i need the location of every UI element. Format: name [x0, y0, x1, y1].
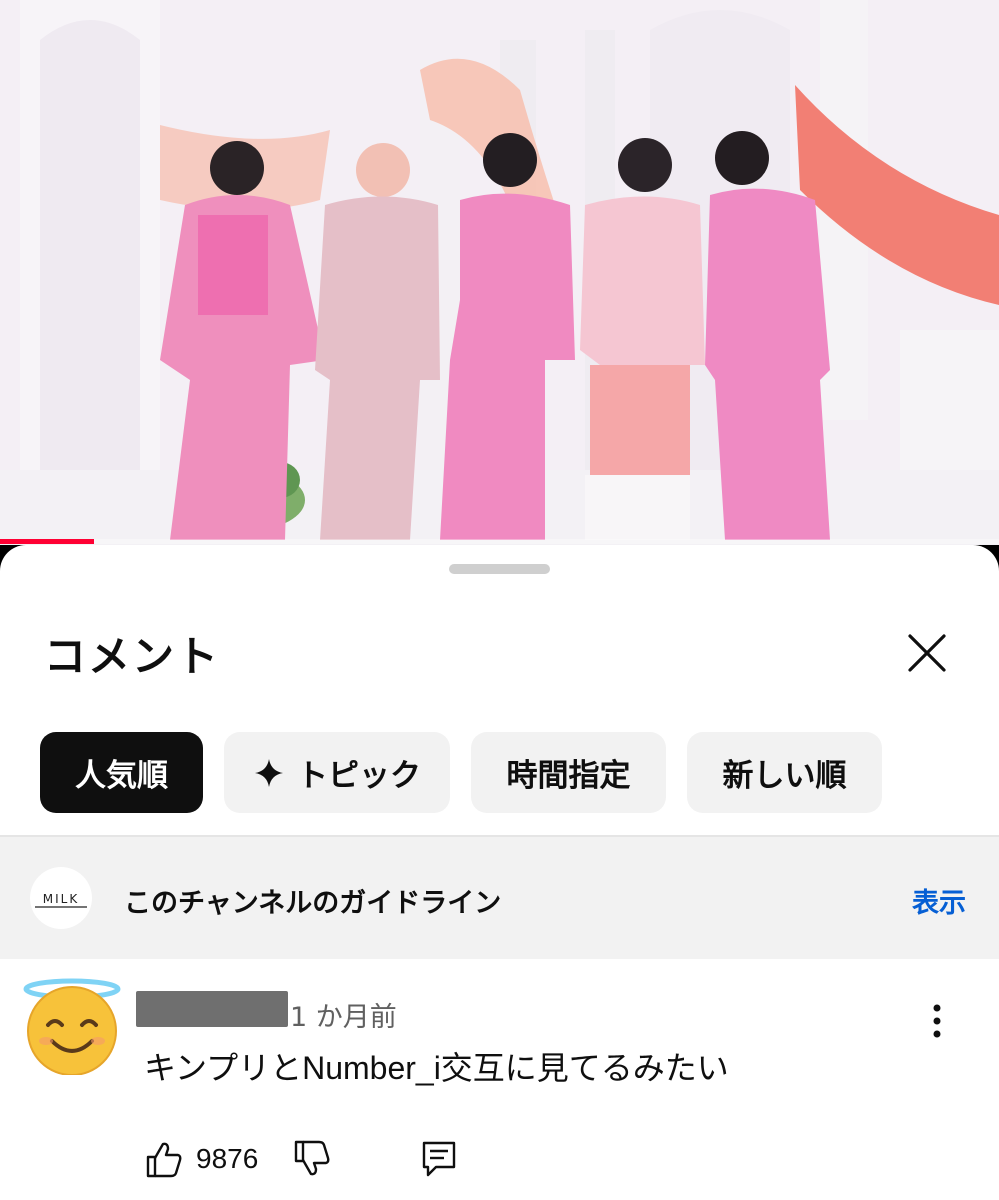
comments-sheet: コメント 人気順 トピック 時間指定 新しい順 MILK このチャンネルのガイド…	[0, 545, 999, 1200]
smiling-face-with-halo-icon[interactable]	[22, 975, 122, 1076]
close-icon[interactable]	[903, 629, 951, 677]
chip-newest[interactable]: 新しい順	[687, 732, 882, 813]
dislike-icon[interactable]	[292, 1139, 332, 1183]
like-count: 9876	[196, 1143, 259, 1174]
show-guideline-button[interactable]: 表示	[912, 881, 966, 920]
chip-timed[interactable]: 時間指定	[471, 732, 666, 813]
redacted-username	[136, 991, 288, 1027]
video-player[interactable]	[0, 0, 999, 545]
video-frame	[0, 0, 999, 545]
chip-popular[interactable]: 人気順	[40, 732, 203, 813]
comment-time: 1 か月前	[290, 1002, 397, 1033]
comment-item: 1 か月前 キンプリとNumber_i交互に見てるみたい 9876	[0, 959, 999, 1200]
reply-icon[interactable]	[420, 1139, 460, 1183]
chip-label: 時間指定	[506, 758, 631, 794]
channel-avatar: MILK	[30, 867, 92, 929]
guideline-text: このチャンネルのガイドライン	[124, 888, 502, 919]
progress-bar[interactable]	[0, 539, 999, 544]
panel-title: コメント	[44, 632, 221, 681]
comment-text: キンプリとNumber_i交互に見てるみたい	[144, 1050, 729, 1086]
sparkle-icon	[253, 757, 285, 789]
chip-label: 人気順	[75, 758, 168, 794]
channel-logo-text: MILK	[43, 892, 79, 906]
channel-guideline-row[interactable]: MILK このチャンネルのガイドライン 表示	[0, 837, 999, 959]
like-icon[interactable]	[144, 1139, 184, 1183]
chip-topics[interactable]: トピック	[224, 732, 450, 813]
more-options-icon[interactable]	[922, 1001, 952, 1041]
chip-label: 新しい順	[722, 758, 847, 794]
progress-fill	[0, 539, 94, 544]
chip-label: トピック	[297, 758, 421, 794]
drag-handle[interactable]	[449, 564, 550, 574]
